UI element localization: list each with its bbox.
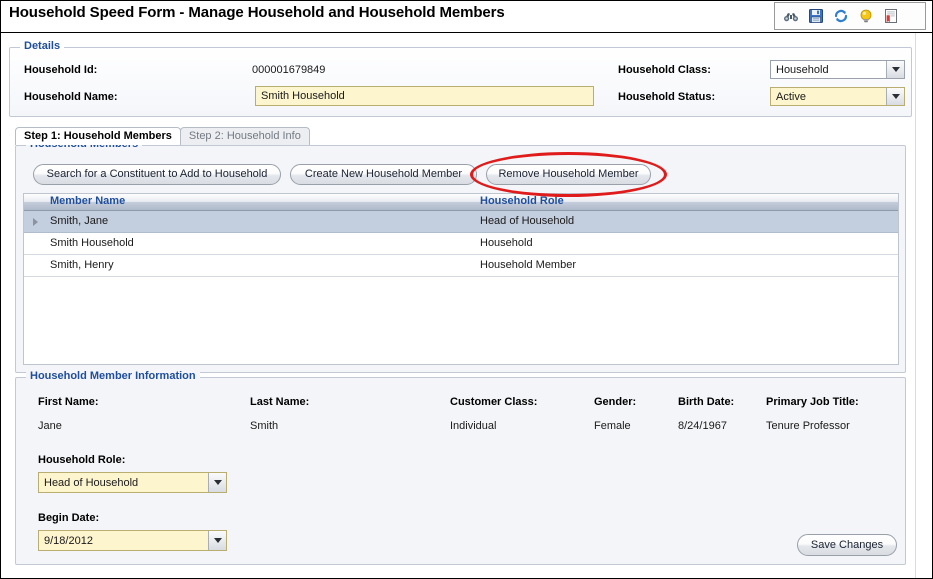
tab-step2-household-info[interactable]: Step 2: Household Info <box>179 127 310 145</box>
table-row[interactable]: Smith, Henry Household Member <box>24 255 898 277</box>
household-members-grid: Member Name Household Role Smith, Jane H… <box>23 193 899 365</box>
create-household-member-button[interactable]: Create New Household Member <box>290 164 477 185</box>
primary-job-title-value: Tenure Professor <box>766 420 850 432</box>
row-selector-indicator[interactable] <box>24 255 46 276</box>
cell-household-role: Household <box>480 237 533 249</box>
page-body: Details Household Id: 000001679849 House… <box>1 33 932 578</box>
table-row[interactable]: Smith, Jane Head of Household <box>24 211 898 233</box>
primary-job-title-label: Primary Job Title: <box>766 396 859 408</box>
customer-class-label: Customer Class: <box>450 396 538 408</box>
cell-member-name: Smith, Jane <box>50 215 109 227</box>
household-name-label: Household Name: <box>24 91 118 103</box>
first-name-label: First Name: <box>38 396 99 408</box>
cell-member-name: Smith Household <box>50 237 134 249</box>
household-role-label: Household Role: <box>38 454 126 466</box>
search-constituent-button[interactable]: Search for a Constituent to Add to House… <box>33 164 281 185</box>
gender-value: Female <box>594 420 631 432</box>
tab-step1-household-members[interactable]: Step 1: Household Members <box>15 127 181 145</box>
household-members-panel: Household Members Search for a Constitue… <box>15 138 906 373</box>
begin-date-label: Begin Date: <box>38 512 100 524</box>
refresh-icon[interactable] <box>833 8 849 24</box>
last-name-label: Last Name: <box>250 396 310 408</box>
row-arrow-icon <box>32 217 38 226</box>
vertical-scrollbar[interactable] <box>915 33 932 578</box>
column-header-household-role[interactable]: Household Role <box>476 194 898 210</box>
save-changes-button[interactable]: Save Changes <box>797 534 897 556</box>
household-status-dropdown[interactable]: Active <box>770 87 905 106</box>
household-id-value: 000001679849 <box>252 64 326 76</box>
member-information-legend: Household Member Information <box>26 370 200 382</box>
details-legend: Details <box>20 40 65 52</box>
save-icon[interactable] <box>808 8 824 24</box>
household-member-information-panel: Household Member Information First Name:… <box>15 370 906 565</box>
page-title: Household Speed Form - Manage Household … <box>9 4 505 21</box>
cell-household-role: Head of Household <box>480 215 575 227</box>
binoculars-icon[interactable] <box>783 8 799 24</box>
birth-date-label: Birth Date: <box>678 396 735 408</box>
household-status-label: Household Status: <box>618 91 716 103</box>
row-selector-indicator[interactable] <box>24 233 46 254</box>
tab-strip: Step 1: Household Members Step 2: Househ… <box>15 127 310 145</box>
lightbulb-icon[interactable] <box>858 8 874 24</box>
last-name-value: Smith <box>250 420 279 432</box>
column-header-member-name[interactable]: Member Name <box>46 194 476 210</box>
household-name-input[interactable] <box>255 86 594 106</box>
chevron-down-icon[interactable] <box>208 473 226 492</box>
chevron-down-icon[interactable] <box>886 88 904 105</box>
household-role-dropdown[interactable]: Head of Household <box>38 472 227 493</box>
row-selector-indicator[interactable] <box>24 211 46 232</box>
gender-label: Gender: <box>594 396 637 408</box>
details-panel: Details Household Id: 000001679849 House… <box>9 40 912 117</box>
birth-date-value: 8/24/1967 <box>678 420 727 432</box>
household-id-label: Household Id: <box>24 64 98 76</box>
toolbar <box>774 2 926 30</box>
grid-header-row: Member Name Household Role <box>24 194 898 211</box>
begin-date-dropdown[interactable]: 9/18/2012 <box>38 530 227 551</box>
application-window: Household Speed Form - Manage Household … <box>0 0 933 579</box>
report-icon[interactable] <box>883 8 899 24</box>
grid-header-indicator <box>24 194 46 210</box>
calendar-chevron-icon[interactable] <box>208 531 226 550</box>
chevron-down-icon[interactable] <box>886 61 904 78</box>
remove-household-member-button[interactable]: Remove Household Member <box>486 164 651 185</box>
begin-date-value: 9/18/2012 <box>44 534 93 547</box>
cell-member-name: Smith, Henry <box>50 259 114 271</box>
household-class-value: Household <box>776 63 829 76</box>
household-class-label: Household Class: <box>618 64 711 76</box>
customer-class-value: Individual <box>450 420 497 432</box>
title-bar: Household Speed Form - Manage Household … <box>1 1 932 33</box>
household-class-dropdown[interactable]: Household <box>770 60 905 79</box>
table-row[interactable]: Smith Household Household <box>24 233 898 255</box>
cell-household-role: Household Member <box>480 259 576 271</box>
household-role-value: Head of Household <box>44 476 139 489</box>
household-status-value: Active <box>776 90 806 103</box>
first-name-value: Jane <box>38 420 62 432</box>
